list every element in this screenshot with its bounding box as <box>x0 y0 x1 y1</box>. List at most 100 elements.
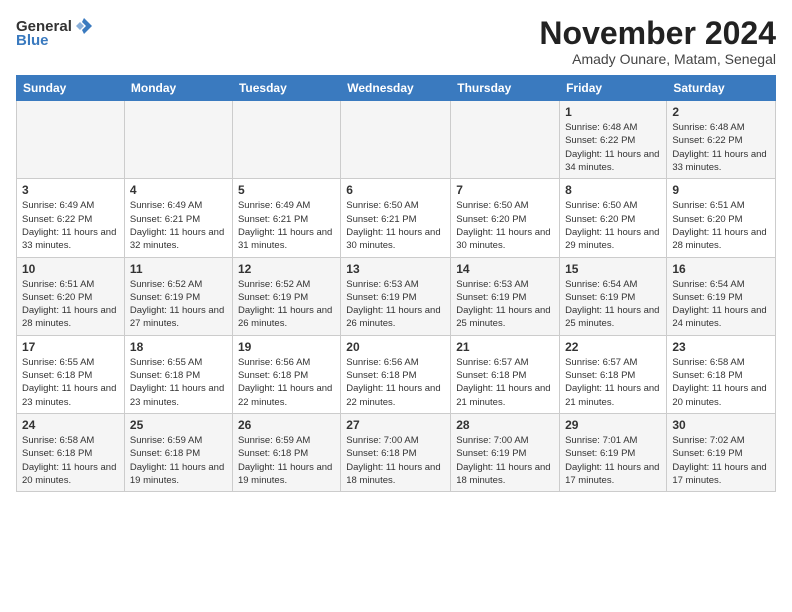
day-cell-0-6: 2 Sunrise: 6:48 AMSunset: 6:22 PMDayligh… <box>667 101 776 179</box>
day-number: 28 <box>456 418 554 432</box>
week-row-4: 24 Sunrise: 6:58 AMSunset: 6:18 PMDaylig… <box>17 413 776 491</box>
day-cell-4-1: 25 Sunrise: 6:59 AMSunset: 6:18 PMDaylig… <box>124 413 232 491</box>
calendar-table: Sunday Monday Tuesday Wednesday Thursday… <box>16 75 776 492</box>
header-tuesday: Tuesday <box>232 76 340 101</box>
header-saturday: Saturday <box>667 76 776 101</box>
day-number: 21 <box>456 340 554 354</box>
sunrise-text: Sunrise: 7:00 AMSunset: 6:19 PMDaylight:… <box>456 435 550 486</box>
sunrise-text: Sunrise: 6:54 AMSunset: 6:19 PMDaylight:… <box>565 279 659 330</box>
sunrise-text: Sunrise: 6:48 AMSunset: 6:22 PMDaylight:… <box>672 122 766 173</box>
sunrise-text: Sunrise: 6:51 AMSunset: 6:20 PMDaylight:… <box>672 200 766 251</box>
day-cell-3-4: 21 Sunrise: 6:57 AMSunset: 6:18 PMDaylig… <box>451 335 560 413</box>
week-row-2: 10 Sunrise: 6:51 AMSunset: 6:20 PMDaylig… <box>17 257 776 335</box>
header-friday: Friday <box>560 76 667 101</box>
logo-blue: Blue <box>16 32 49 49</box>
day-number: 22 <box>565 340 661 354</box>
week-row-0: 1 Sunrise: 6:48 AMSunset: 6:22 PMDayligh… <box>17 101 776 179</box>
day-cell-4-4: 28 Sunrise: 7:00 AMSunset: 6:19 PMDaylig… <box>451 413 560 491</box>
day-cell-0-3 <box>341 101 451 179</box>
sunrise-text: Sunrise: 6:49 AMSunset: 6:21 PMDaylight:… <box>238 200 332 251</box>
day-cell-0-2 <box>232 101 340 179</box>
day-number: 25 <box>130 418 227 432</box>
sunrise-text: Sunrise: 6:59 AMSunset: 6:18 PMDaylight:… <box>238 435 332 486</box>
day-number: 7 <box>456 183 554 197</box>
day-number: 10 <box>22 262 119 276</box>
day-cell-1-4: 7 Sunrise: 6:50 AMSunset: 6:20 PMDayligh… <box>451 179 560 257</box>
day-cell-0-0 <box>17 101 125 179</box>
day-number: 9 <box>672 183 770 197</box>
day-number: 6 <box>346 183 445 197</box>
logo-icon <box>74 16 94 36</box>
day-cell-0-1 <box>124 101 232 179</box>
day-number: 20 <box>346 340 445 354</box>
title-area: November 2024 Amady Ounare, Matam, Seneg… <box>539 16 776 67</box>
day-number: 11 <box>130 262 227 276</box>
header-sunday: Sunday <box>17 76 125 101</box>
sunrise-text: Sunrise: 6:53 AMSunset: 6:19 PMDaylight:… <box>346 279 440 330</box>
day-cell-1-3: 6 Sunrise: 6:50 AMSunset: 6:21 PMDayligh… <box>341 179 451 257</box>
logo: General Blue <box>16 16 94 49</box>
day-number: 13 <box>346 262 445 276</box>
day-number: 12 <box>238 262 335 276</box>
weekday-header-row: Sunday Monday Tuesday Wednesday Thursday… <box>17 76 776 101</box>
sunrise-text: Sunrise: 6:50 AMSunset: 6:21 PMDaylight:… <box>346 200 440 251</box>
week-row-1: 3 Sunrise: 6:49 AMSunset: 6:22 PMDayligh… <box>17 179 776 257</box>
month-title: November 2024 <box>539 16 776 51</box>
day-cell-2-6: 16 Sunrise: 6:54 AMSunset: 6:19 PMDaylig… <box>667 257 776 335</box>
sunrise-text: Sunrise: 6:59 AMSunset: 6:18 PMDaylight:… <box>130 435 224 486</box>
day-number: 29 <box>565 418 661 432</box>
week-row-3: 17 Sunrise: 6:55 AMSunset: 6:18 PMDaylig… <box>17 335 776 413</box>
sunrise-text: Sunrise: 6:49 AMSunset: 6:21 PMDaylight:… <box>130 200 224 251</box>
day-cell-4-3: 27 Sunrise: 7:00 AMSunset: 6:18 PMDaylig… <box>341 413 451 491</box>
day-cell-3-1: 18 Sunrise: 6:55 AMSunset: 6:18 PMDaylig… <box>124 335 232 413</box>
day-cell-2-3: 13 Sunrise: 6:53 AMSunset: 6:19 PMDaylig… <box>341 257 451 335</box>
day-number: 5 <box>238 183 335 197</box>
day-cell-4-0: 24 Sunrise: 6:58 AMSunset: 6:18 PMDaylig… <box>17 413 125 491</box>
day-number: 30 <box>672 418 770 432</box>
header-monday: Monday <box>124 76 232 101</box>
day-number: 8 <box>565 183 661 197</box>
sunrise-text: Sunrise: 6:53 AMSunset: 6:19 PMDaylight:… <box>456 279 550 330</box>
day-cell-1-6: 9 Sunrise: 6:51 AMSunset: 6:20 PMDayligh… <box>667 179 776 257</box>
day-cell-3-3: 20 Sunrise: 6:56 AMSunset: 6:18 PMDaylig… <box>341 335 451 413</box>
day-cell-3-5: 22 Sunrise: 6:57 AMSunset: 6:18 PMDaylig… <box>560 335 667 413</box>
day-number: 2 <box>672 105 770 119</box>
day-number: 26 <box>238 418 335 432</box>
day-number: 1 <box>565 105 661 119</box>
sunrise-text: Sunrise: 6:48 AMSunset: 6:22 PMDaylight:… <box>565 122 659 173</box>
sunrise-text: Sunrise: 6:57 AMSunset: 6:18 PMDaylight:… <box>456 357 550 408</box>
page-header: General Blue November 2024 Amady Ounare,… <box>16 16 776 67</box>
day-cell-1-1: 4 Sunrise: 6:49 AMSunset: 6:21 PMDayligh… <box>124 179 232 257</box>
sunrise-text: Sunrise: 7:00 AMSunset: 6:18 PMDaylight:… <box>346 435 440 486</box>
day-cell-1-5: 8 Sunrise: 6:50 AMSunset: 6:20 PMDayligh… <box>560 179 667 257</box>
day-number: 14 <box>456 262 554 276</box>
day-number: 4 <box>130 183 227 197</box>
day-cell-0-5: 1 Sunrise: 6:48 AMSunset: 6:22 PMDayligh… <box>560 101 667 179</box>
day-number: 16 <box>672 262 770 276</box>
sunrise-text: Sunrise: 7:01 AMSunset: 6:19 PMDaylight:… <box>565 435 659 486</box>
sunrise-text: Sunrise: 6:55 AMSunset: 6:18 PMDaylight:… <box>22 357 116 408</box>
day-cell-2-4: 14 Sunrise: 6:53 AMSunset: 6:19 PMDaylig… <box>451 257 560 335</box>
day-cell-3-6: 23 Sunrise: 6:58 AMSunset: 6:18 PMDaylig… <box>667 335 776 413</box>
day-cell-1-2: 5 Sunrise: 6:49 AMSunset: 6:21 PMDayligh… <box>232 179 340 257</box>
day-cell-0-4 <box>451 101 560 179</box>
sunrise-text: Sunrise: 6:55 AMSunset: 6:18 PMDaylight:… <box>130 357 224 408</box>
day-cell-1-0: 3 Sunrise: 6:49 AMSunset: 6:22 PMDayligh… <box>17 179 125 257</box>
sunrise-text: Sunrise: 6:58 AMSunset: 6:18 PMDaylight:… <box>22 435 116 486</box>
header-wednesday: Wednesday <box>341 76 451 101</box>
sunrise-text: Sunrise: 6:50 AMSunset: 6:20 PMDaylight:… <box>456 200 550 251</box>
sunrise-text: Sunrise: 6:52 AMSunset: 6:19 PMDaylight:… <box>130 279 224 330</box>
sunrise-text: Sunrise: 6:54 AMSunset: 6:19 PMDaylight:… <box>672 279 766 330</box>
day-number: 19 <box>238 340 335 354</box>
day-number: 27 <box>346 418 445 432</box>
header-thursday: Thursday <box>451 76 560 101</box>
day-cell-3-0: 17 Sunrise: 6:55 AMSunset: 6:18 PMDaylig… <box>17 335 125 413</box>
sunrise-text: Sunrise: 6:56 AMSunset: 6:18 PMDaylight:… <box>238 357 332 408</box>
sunrise-text: Sunrise: 6:49 AMSunset: 6:22 PMDaylight:… <box>22 200 116 251</box>
day-number: 17 <box>22 340 119 354</box>
day-number: 24 <box>22 418 119 432</box>
sunrise-text: Sunrise: 6:50 AMSunset: 6:20 PMDaylight:… <box>565 200 659 251</box>
location-subtitle: Amady Ounare, Matam, Senegal <box>539 51 776 67</box>
day-cell-2-2: 12 Sunrise: 6:52 AMSunset: 6:19 PMDaylig… <box>232 257 340 335</box>
day-number: 23 <box>672 340 770 354</box>
